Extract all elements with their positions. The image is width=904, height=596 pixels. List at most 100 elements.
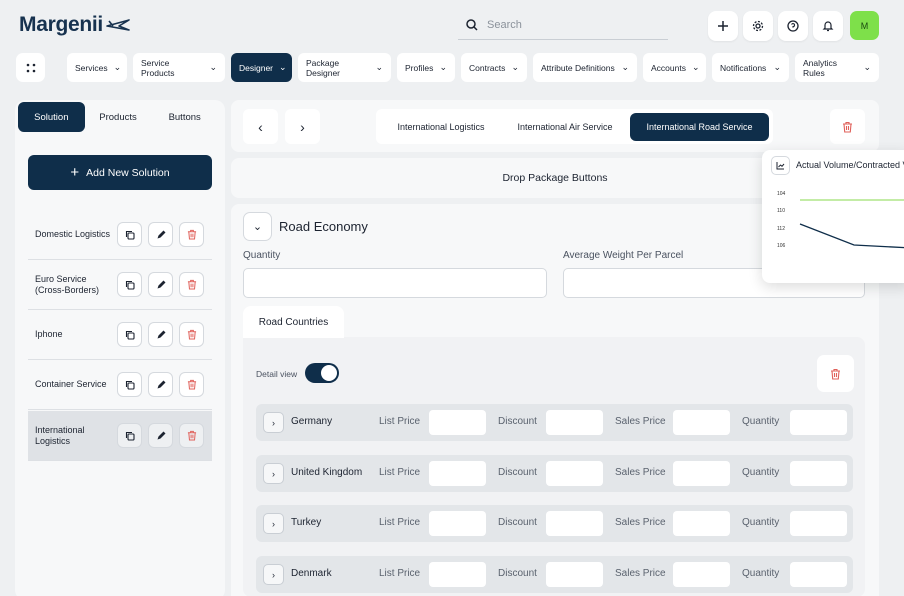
nav-services[interactable]: Services ⌄ bbox=[67, 53, 127, 82]
delete-button[interactable] bbox=[179, 322, 204, 347]
duplicate-button[interactable] bbox=[117, 423, 142, 448]
solution-row[interactable]: Container Service bbox=[28, 360, 212, 410]
logo-text: Margenii bbox=[19, 13, 103, 36]
discount-input[interactable] bbox=[546, 562, 603, 587]
quantity-input[interactable] bbox=[790, 511, 847, 536]
bell-icon bbox=[822, 21, 834, 32]
sales-price-input[interactable] bbox=[673, 562, 730, 587]
expand-row-button[interactable]: › bbox=[263, 564, 284, 585]
segment-solution[interactable]: Solution bbox=[18, 102, 85, 132]
sales-price-input[interactable] bbox=[673, 461, 730, 486]
tab-international-logistics[interactable]: International Logistics bbox=[380, 113, 502, 141]
expand-row-button[interactable]: › bbox=[263, 412, 284, 433]
tab-road-countries[interactable]: Road Countries bbox=[243, 306, 344, 338]
edit-button[interactable] bbox=[148, 423, 173, 448]
sales-price-input[interactable] bbox=[673, 410, 730, 435]
segment-buttons[interactable]: Buttons bbox=[151, 102, 218, 132]
country-row: › Germany List Price Discount Sales Price Qua… bbox=[256, 404, 853, 441]
nav-service-products[interactable]: Service Products ⌄ bbox=[133, 53, 225, 82]
chevron-down-icon: ⌄ bbox=[773, 62, 781, 72]
country-name: Denmark bbox=[291, 568, 332, 579]
solution-row[interactable]: Domestic Logistics bbox=[28, 210, 212, 260]
quantity-input[interactable] bbox=[790, 461, 847, 486]
tab-international-air-service[interactable]: International Air Service bbox=[502, 113, 628, 141]
edit-button[interactable] bbox=[148, 372, 173, 397]
nav-attribute-definitions[interactable]: Attribute Definitions ⌄ bbox=[533, 53, 637, 82]
delete-button[interactable] bbox=[179, 423, 204, 448]
country-row: › United Kingdom List Price Discount Sales P… bbox=[256, 455, 853, 492]
trash-icon bbox=[843, 121, 852, 133]
discount-label: Discount bbox=[498, 467, 537, 478]
list-price-input[interactable] bbox=[429, 511, 486, 536]
nav-profiles[interactable]: Profiles ⌄ bbox=[397, 53, 455, 82]
quantity-input[interactable] bbox=[790, 410, 847, 435]
trash-icon bbox=[187, 379, 196, 390]
delete-button[interactable] bbox=[179, 222, 204, 247]
list-price-input[interactable] bbox=[429, 410, 486, 435]
notifications-button[interactable] bbox=[813, 11, 843, 41]
trash-icon bbox=[187, 279, 196, 290]
next-button[interactable]: › bbox=[285, 109, 320, 144]
sales-price-label: Sales Price bbox=[615, 568, 666, 579]
nav-analytics-rules[interactable]: Analytics Rules ⌄ bbox=[795, 53, 879, 82]
discount-label: Discount bbox=[498, 568, 537, 579]
tab-international-road-service[interactable]: International Road Service bbox=[630, 112, 769, 141]
actual-line bbox=[799, 223, 904, 249]
country-row: › Turkey List Price Discount Sales Price Quan… bbox=[256, 505, 853, 542]
detail-view-toggle[interactable] bbox=[305, 363, 339, 383]
toggle-knob bbox=[321, 365, 337, 381]
edit-button[interactable] bbox=[148, 222, 173, 247]
nav-designer[interactable]: Designer ⌄ bbox=[231, 53, 292, 82]
nav-contracts[interactable]: Contracts ⌄ bbox=[461, 53, 527, 82]
list-price-input[interactable] bbox=[429, 562, 486, 587]
avg-weight-label: Average Weight Per Parcel bbox=[563, 250, 684, 261]
nav-accounts[interactable]: Accounts ⌄ bbox=[643, 53, 706, 82]
settings-button[interactable] bbox=[743, 11, 773, 41]
segment-products[interactable]: Products bbox=[85, 102, 152, 132]
add-button[interactable] bbox=[708, 11, 738, 41]
list-price-input[interactable] bbox=[429, 461, 486, 486]
delete-button[interactable] bbox=[179, 372, 204, 397]
section-title: Road Economy bbox=[279, 219, 368, 234]
duplicate-button[interactable] bbox=[117, 272, 142, 297]
quantity-input[interactable] bbox=[790, 562, 847, 587]
copy-icon bbox=[125, 230, 135, 240]
solution-row[interactable]: Euro Service (Cross-Borders) bbox=[28, 260, 212, 310]
discount-input[interactable] bbox=[546, 511, 603, 536]
nav-package-designer[interactable]: Package Designer ⌄ bbox=[298, 53, 391, 82]
search-input[interactable]: Search bbox=[487, 19, 522, 31]
edit-button[interactable] bbox=[148, 322, 173, 347]
pencil-icon bbox=[157, 280, 165, 288]
search-icon bbox=[466, 18, 478, 31]
help-button[interactable] bbox=[778, 11, 808, 41]
nav-notifications[interactable]: Notifications ⌄ bbox=[712, 53, 789, 82]
expand-row-button[interactable]: › bbox=[263, 513, 284, 534]
quantity-input[interactable] bbox=[243, 268, 547, 298]
discount-input[interactable] bbox=[546, 410, 603, 435]
solution-name: Euro Service (Cross-Borders) bbox=[35, 273, 100, 295]
solution-row[interactable]: International Logistics bbox=[28, 411, 212, 461]
discount-input[interactable] bbox=[546, 461, 603, 486]
chevron-left-icon: ‹ bbox=[258, 118, 263, 135]
solution-row[interactable]: Iphone bbox=[28, 310, 212, 360]
duplicate-button[interactable] bbox=[117, 372, 142, 397]
add-new-solution-button[interactable]: + Add New Solution bbox=[28, 155, 212, 190]
delete-countries-button[interactable] bbox=[817, 355, 854, 392]
user-avatar[interactable]: M bbox=[850, 11, 879, 40]
copy-icon bbox=[125, 380, 135, 390]
sales-price-input[interactable] bbox=[673, 511, 730, 536]
delete-tab-button[interactable] bbox=[830, 109, 865, 144]
quantity-label: Quantity bbox=[742, 517, 780, 528]
search-bar[interactable]: Search bbox=[458, 10, 668, 40]
delete-button[interactable] bbox=[179, 272, 204, 297]
plus-icon bbox=[718, 21, 728, 31]
prev-button[interactable]: ‹ bbox=[243, 109, 278, 144]
plus-icon: + bbox=[70, 164, 80, 181]
chevron-right-icon: › bbox=[272, 417, 275, 428]
apps-menu-button[interactable] bbox=[16, 53, 45, 82]
collapse-section-button[interactable]: ⌄ bbox=[243, 212, 272, 241]
duplicate-button[interactable] bbox=[117, 222, 142, 247]
edit-button[interactable] bbox=[148, 272, 173, 297]
expand-row-button[interactable]: › bbox=[263, 463, 284, 484]
duplicate-button[interactable] bbox=[117, 322, 142, 347]
